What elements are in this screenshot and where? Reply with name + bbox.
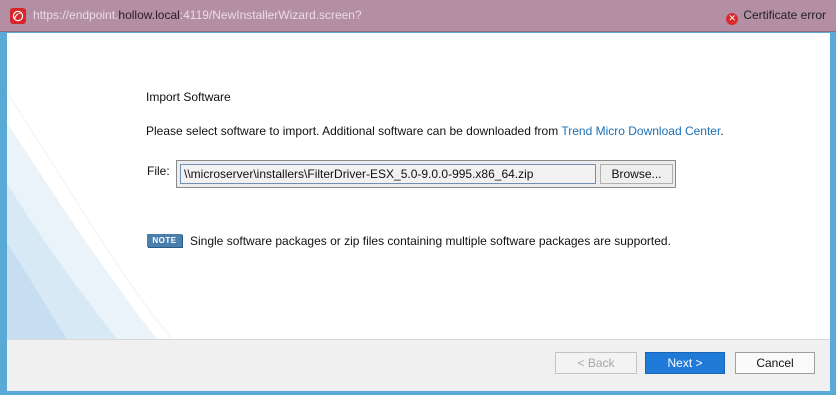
- instructions-end: .: [720, 124, 724, 138]
- file-path-input[interactable]: [180, 164, 596, 184]
- wizard-footer: < Back Next > Cancel: [7, 339, 830, 391]
- address-bar: https://endpoint.hollow.local:4119/NewIn…: [0, 0, 836, 32]
- certificate-error-label: Certificate error: [743, 8, 826, 22]
- page-title: Import Software: [146, 90, 231, 104]
- url-host: hollow.local: [118, 8, 180, 22]
- file-label: File:: [147, 164, 170, 178]
- browse-button[interactable]: Browse...: [600, 164, 673, 184]
- trend-micro-logo-icon: [10, 8, 26, 24]
- instructions-text: Please select software to import. Additi…: [146, 124, 724, 138]
- instructions-body: Please select software to import. Additi…: [146, 124, 562, 138]
- wizard-content: Import Software Please select software t…: [7, 33, 830, 339]
- url-text[interactable]: https://endpoint.hollow.local:4119/NewIn…: [33, 8, 362, 22]
- file-picker: Browse...: [176, 160, 676, 188]
- download-center-link[interactable]: Trend Micro Download Center: [561, 124, 720, 138]
- cancel-button[interactable]: Cancel: [735, 352, 815, 374]
- url-suffix: :4119/NewInstallerWizard.screen?: [179, 8, 362, 22]
- error-circle-icon: ✕: [726, 13, 739, 25]
- note-text: Single software packages or zip files co…: [190, 234, 671, 248]
- note-badge: NOTE: [147, 234, 182, 247]
- next-button[interactable]: Next >: [645, 352, 725, 374]
- certificate-error-button[interactable]: ✕ Certificate error: [726, 8, 826, 25]
- url-prefix: https://endpoint.: [33, 8, 119, 22]
- back-button[interactable]: < Back: [555, 352, 637, 374]
